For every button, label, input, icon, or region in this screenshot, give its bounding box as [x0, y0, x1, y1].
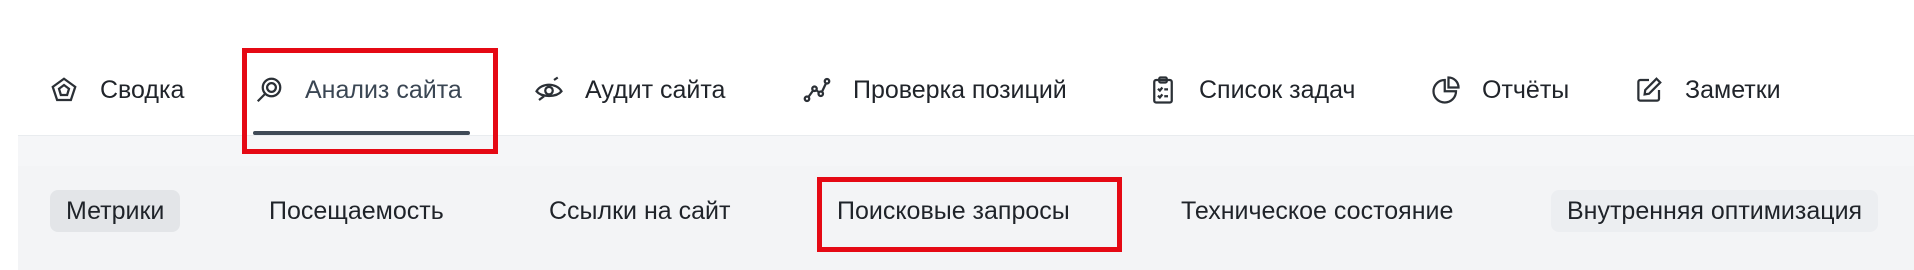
- subtab-metrics-label: Метрики: [66, 196, 165, 225]
- subtab-metrics[interactable]: Метрики: [50, 190, 181, 232]
- subtab-backlinks[interactable]: Ссылки на сайт: [533, 190, 746, 232]
- subtab-backlinks-label: Ссылки на сайт: [549, 196, 731, 225]
- tab-reports-label: Отчёты: [1482, 75, 1570, 104]
- magnifier-icon: [253, 74, 285, 106]
- tab-summary-label: Сводка: [100, 75, 185, 104]
- subtab-internal-optimization[interactable]: Внутренняя оптимизация: [1551, 190, 1879, 232]
- subtab-search-queries-label: Поисковые запросы: [837, 196, 1070, 225]
- subtab-search-queries[interactable]: Поисковые запросы: [821, 190, 1086, 232]
- tab-site-audit-label: Аудит сайта: [585, 75, 726, 104]
- tab-reports[interactable]: Отчёты: [1430, 62, 1569, 118]
- active-tab-indicator: [253, 131, 470, 135]
- tab-task-list-label: Список задач: [1199, 75, 1356, 104]
- subtab-internal-optimization-label: Внутренняя оптимизация: [1567, 196, 1863, 225]
- eye-scan-icon: [533, 74, 565, 106]
- tab-summary[interactable]: Сводка: [48, 62, 184, 118]
- subtab-technical-status-label: Техническое состояние: [1181, 196, 1454, 225]
- tab-site-analysis-label: Анализ сайта: [305, 75, 462, 104]
- pie-chart-icon: [1430, 74, 1462, 106]
- subtab-traffic[interactable]: Посещаемость: [253, 190, 460, 232]
- subtab-traffic-label: Посещаемость: [269, 196, 444, 225]
- tab-site-analysis[interactable]: Анализ сайта: [253, 62, 462, 118]
- tab-task-list[interactable]: Список задач: [1147, 62, 1355, 118]
- subtab-technical-status[interactable]: Техническое состояние: [1165, 190, 1469, 232]
- tab-position-check[interactable]: Проверка позиций: [801, 62, 1067, 118]
- edit-note-icon: [1633, 74, 1665, 106]
- tab-position-check-label: Проверка позиций: [853, 75, 1067, 104]
- pentagon-icon: [48, 74, 80, 106]
- tab-notes-label: Заметки: [1685, 75, 1781, 104]
- tab-notes[interactable]: Заметки: [1633, 62, 1781, 118]
- clipboard-list-icon: [1147, 74, 1179, 106]
- tab-site-audit[interactable]: Аудит сайта: [533, 62, 725, 118]
- line-graph-icon: [801, 74, 833, 106]
